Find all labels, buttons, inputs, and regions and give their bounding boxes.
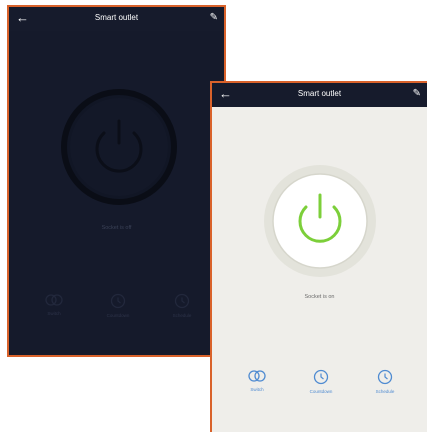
schedule-button[interactable]: Schedule — [360, 369, 410, 394]
clock-icon — [174, 293, 190, 309]
switch-button[interactable]: Switch — [29, 293, 79, 316]
countdown-label: Countdown — [309, 389, 333, 394]
countdown-label: Countdown — [106, 313, 130, 318]
countdown-button[interactable]: Countdown — [93, 293, 143, 318]
schedule-button[interactable]: Schedule — [157, 293, 207, 318]
switch-label: Switch — [47, 311, 61, 316]
page-title: Smart outlet — [94, 13, 139, 22]
page-title: Smart outlet — [297, 89, 342, 98]
clock-icon — [313, 369, 329, 385]
switch-button[interactable]: Switch — [232, 369, 282, 392]
schedule-label: Schedule — [172, 313, 192, 318]
switch-label: Switch — [250, 387, 264, 392]
clock-icon — [110, 293, 126, 309]
top-bar: ← Smart outlet ✎ — [212, 83, 427, 107]
schedule-label: Schedule — [375, 389, 395, 394]
power-button[interactable] — [59, 87, 179, 207]
smart-outlet-screen-on: ← Smart outlet ✎ Socket is on Switch Cou… — [210, 81, 427, 432]
socket-status: Socket is on — [304, 294, 335, 300]
switch-icon — [45, 294, 63, 306]
top-bar: ← Smart outlet ✎ — [9, 7, 224, 31]
switch-icon — [248, 370, 266, 382]
edit-pencil-icon[interactable]: ✎ — [413, 87, 421, 101]
socket-status: Socket is off — [101, 225, 132, 231]
power-button[interactable] — [260, 161, 380, 281]
smart-outlet-screen-off: ← Smart outlet ✎ Socket is off Switch Co… — [7, 5, 226, 357]
clock-icon — [377, 369, 393, 385]
countdown-button[interactable]: Countdown — [296, 369, 346, 394]
edit-pencil-icon[interactable]: ✎ — [210, 11, 218, 25]
